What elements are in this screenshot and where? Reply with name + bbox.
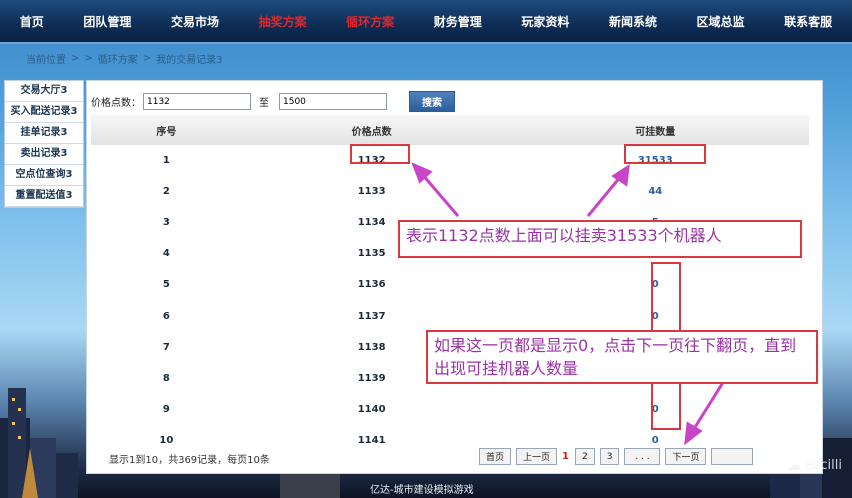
annotation-note-paging: 如果这一页都是显示0，点击下一页往下翻页，直到出现可挂机器人数量 [426,330,818,384]
annotation-note-capacity: 表示1132点数上面可以挂卖31533个机器人 [398,220,802,258]
wechat-icon: ☁ [786,456,802,474]
watermark: ☁ ezcilli [787,456,842,474]
watermark-text: ezcilli [805,457,842,473]
